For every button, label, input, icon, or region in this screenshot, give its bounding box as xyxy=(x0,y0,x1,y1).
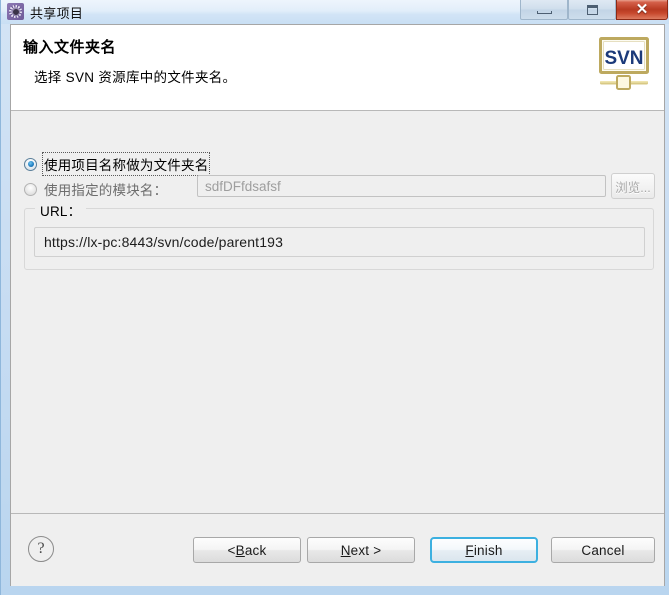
radio-label-module-name: 使用指定的模块名： xyxy=(44,183,168,198)
finish-button-mnemonic: F xyxy=(465,542,474,558)
page-description: 选择 SVN 资源库中的文件夹名。 xyxy=(34,70,237,85)
next-button[interactable]: Next > xyxy=(307,537,415,563)
window-title: 共享项目 xyxy=(30,6,84,21)
cancel-button[interactable]: Cancel xyxy=(551,537,655,563)
browse-button[interactable]: 浏览... xyxy=(611,173,655,199)
finish-button[interactable]: Finish xyxy=(430,537,538,563)
back-button-label-post: ack xyxy=(244,542,267,558)
maximize-icon xyxy=(586,4,598,15)
module-name-input[interactable] xyxy=(197,175,606,197)
close-icon: ✕ xyxy=(635,1,649,18)
url-group-box: URL： https://lx-pc:8443/svn/code/parent1… xyxy=(24,200,654,270)
maximize-button[interactable] xyxy=(568,0,616,20)
radio-button-project-name[interactable] xyxy=(24,157,37,171)
next-button-mnemonic: N xyxy=(340,542,351,558)
back-button[interactable]: < Back xyxy=(193,537,301,563)
back-button-label-pre: < xyxy=(227,542,236,558)
minimize-button[interactable] xyxy=(520,0,568,20)
minimize-icon xyxy=(536,10,552,14)
close-button[interactable]: ✕ xyxy=(616,0,668,20)
next-button-label-post: ext > xyxy=(350,542,382,558)
radio-button-module-name[interactable] xyxy=(24,182,37,196)
dialog-window: 共享项目 ✕ 输入文件夹名 选择 SVN 资源库中的文件夹名。 SVN 使用项目… xyxy=(0,0,669,595)
finish-button-label-post: inish xyxy=(473,542,503,558)
dialog-client-area: 输入文件夹名 选择 SVN 资源库中的文件夹名。 SVN 使用项目名称做为文件夹… xyxy=(10,24,665,586)
wizard-header: 输入文件夹名 选择 SVN 资源库中的文件夹名。 SVN xyxy=(11,25,664,111)
wizard-body: 使用项目名称做为文件夹名 使用指定的模块名： 浏览... URL： https:… xyxy=(11,112,664,512)
radio-option-project-name[interactable]: 使用项目名称做为文件夹名 xyxy=(24,152,211,176)
page-title: 输入文件夹名 xyxy=(23,39,117,56)
svg-text:SVN: SVN xyxy=(604,48,643,69)
url-group-label: URL： xyxy=(35,200,87,220)
dialog-button-bar: ? < Back Next > Finish Cancel xyxy=(11,513,664,586)
svn-logo-icon: SVN xyxy=(599,37,649,90)
radio-option-module-name[interactable]: 使用指定的模块名： xyxy=(24,179,167,199)
gear-icon xyxy=(7,3,24,20)
gear-inner-hub xyxy=(11,7,20,16)
url-value-field[interactable]: https://lx-pc:8443/svn/code/parent193 xyxy=(34,227,645,257)
help-icon[interactable]: ? xyxy=(28,536,54,562)
title-bar[interactable]: 共享项目 ✕ xyxy=(1,0,669,24)
radio-label-project-name: 使用项目名称做为文件夹名 xyxy=(41,152,211,176)
back-button-mnemonic: B xyxy=(235,542,245,558)
